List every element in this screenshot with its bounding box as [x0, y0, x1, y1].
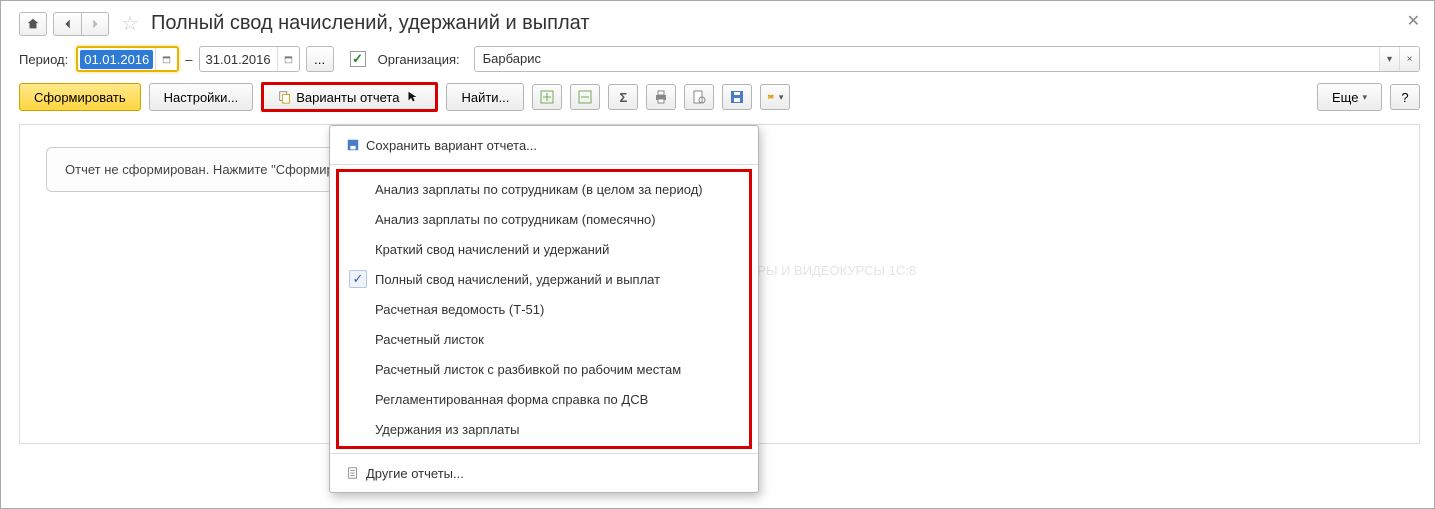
other-reports-label: Другие отчеты... [366, 466, 464, 481]
print-button[interactable] [646, 84, 676, 110]
arrow-left-icon [61, 17, 75, 31]
collapse-icon [577, 89, 593, 105]
dropdown-separator [330, 453, 758, 454]
floppy-small-icon [340, 138, 366, 152]
preview-icon [691, 89, 707, 105]
date-to-value[interactable]: 31.01.2016 [200, 52, 277, 67]
sum-button[interactable]: Σ [608, 84, 638, 110]
empty-report-message: Отчет не сформирован. Нажмите "Сформир [46, 147, 353, 192]
variant-item[interactable]: Краткий свод начислений и удержаний [339, 234, 749, 264]
organization-label: Организация: [378, 52, 462, 67]
filter-bar: Период: 01.01.2016 – 31.01.2016 ... ✓ Ор… [19, 46, 1420, 72]
expand-icon [539, 89, 555, 105]
variant-item[interactable]: Расчетная ведомость (Т-51) [339, 294, 749, 324]
save-variant-item[interactable]: Сохранить вариант отчета... [330, 130, 758, 160]
calendar-icon [284, 55, 293, 64]
collapse-groups-button[interactable] [570, 84, 600, 110]
back-button[interactable] [53, 12, 81, 36]
variant-item-selected[interactable]: ✓Полный свод начислений, удержаний и вып… [339, 264, 749, 294]
save-button[interactable] [722, 84, 752, 110]
dropdown-separator [330, 164, 758, 165]
more-label: Еще [1332, 90, 1358, 105]
other-reports-item[interactable]: Другие отчеты... [330, 458, 758, 488]
org-enabled-checkbox[interactable]: ✓ [350, 51, 366, 67]
organization-clear-button[interactable]: × [1399, 47, 1419, 71]
arrow-right-icon [88, 17, 102, 31]
envelope-icon [767, 93, 774, 100]
report-variants-button[interactable]: Варианты отчета [264, 85, 435, 109]
calendar-icon [162, 55, 171, 64]
generate-button[interactable]: Сформировать [19, 83, 141, 111]
help-button[interactable]: ? [1390, 84, 1420, 110]
preview-button[interactable] [684, 84, 714, 110]
home-icon [26, 17, 40, 31]
email-button[interactable]: ▾ [760, 84, 790, 110]
organization-dropdown-button[interactable]: ▾ [1379, 47, 1399, 71]
page-title: Полный свод начислений, удержаний и выпл… [151, 12, 590, 35]
variant-item[interactable]: Регламентированная форма справка по ДСВ [339, 384, 749, 414]
toolbar: Сформировать Настройки... Варианты отчет… [19, 82, 1420, 112]
date-from-value[interactable]: 01.01.2016 [80, 50, 153, 69]
variant-item[interactable]: Анализ зарплаты по сотрудникам (помесячн… [339, 204, 749, 234]
report-variants-label: Варианты отчета [296, 90, 399, 105]
variants-list-highlight: Анализ зарплаты по сотрудникам (в целом … [336, 169, 752, 449]
floppy-icon [729, 89, 745, 105]
document-icon [340, 466, 366, 480]
organization-value: Барбарис [475, 47, 1379, 71]
settings-button[interactable]: Настройки... [149, 83, 254, 111]
date-from-calendar-button[interactable] [155, 48, 177, 70]
more-button[interactable]: Еще ▾ [1317, 83, 1382, 111]
variant-item[interactable]: Удержания из зарплаты [339, 414, 749, 444]
date-to-field[interactable]: 31.01.2016 [199, 46, 300, 72]
sigma-icon: Σ [620, 90, 628, 105]
cursor-icon [403, 90, 421, 104]
variant-item[interactable]: Расчетный листок [339, 324, 749, 354]
variant-item[interactable]: Расчетный листок с разбивкой по рабочим … [339, 354, 749, 384]
period-label: Период: [19, 52, 70, 67]
variants-icon [278, 90, 292, 104]
date-to-calendar-button[interactable] [277, 47, 299, 71]
date-from-field[interactable]: 01.01.2016 [76, 46, 179, 72]
variant-item[interactable]: Анализ зарплаты по сотрудникам (в целом … [339, 174, 749, 204]
save-variant-label: Сохранить вариант отчета... [366, 138, 537, 153]
printer-icon [653, 89, 669, 105]
close-button[interactable]: ✕ [1407, 11, 1420, 31]
expand-groups-button[interactable] [532, 84, 562, 110]
check-icon: ✓ [349, 270, 367, 288]
navigation-bar: ☆ Полный свод начислений, удержаний и вы… [19, 11, 1420, 36]
favorite-star-icon[interactable]: ☆ [115, 11, 145, 36]
forward-button[interactable] [81, 12, 109, 36]
report-variants-highlight: Варианты отчета [261, 82, 438, 112]
organization-field[interactable]: Барбарис ▾ × [474, 46, 1420, 72]
period-dash: – [185, 52, 192, 67]
report-variants-dropdown: Сохранить вариант отчета... Анализ зарпл… [329, 125, 759, 493]
find-button[interactable]: Найти... [446, 83, 524, 111]
period-ellipsis-button[interactable]: ... [306, 46, 334, 72]
home-button[interactable] [19, 12, 47, 36]
